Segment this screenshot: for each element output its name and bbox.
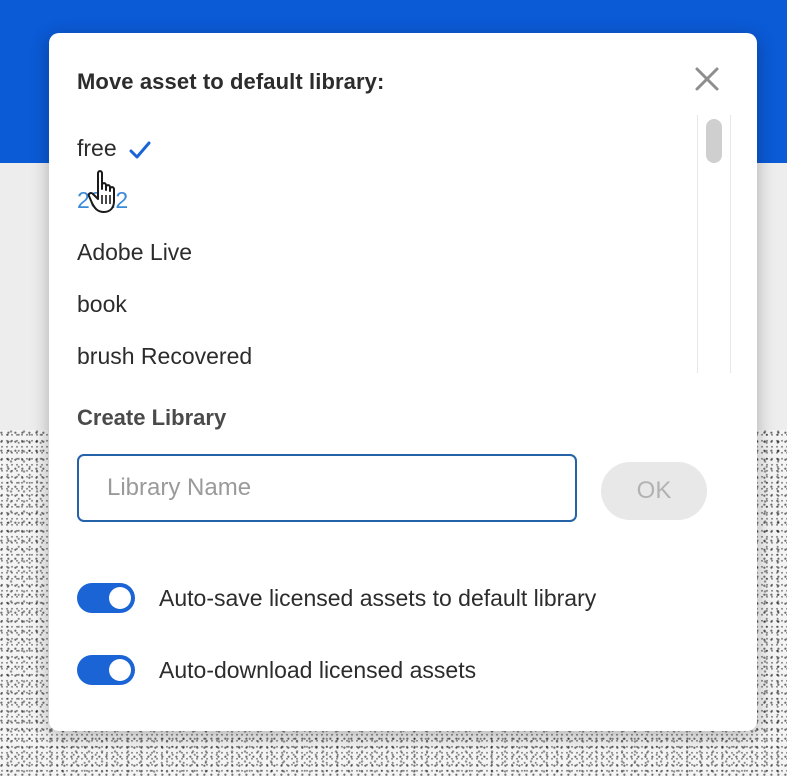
auto-download-label: Auto-download licensed assets: [159, 656, 477, 683]
library-item-label: book: [77, 291, 127, 317]
auto-download-toggle[interactable]: [77, 655, 135, 685]
close-button[interactable]: [689, 61, 725, 97]
scrollbar-thumb[interactable]: [706, 119, 722, 163]
library-item-brush-recovered[interactable]: brush Recovered: [77, 339, 252, 373]
library-item-free[interactable]: free: [77, 131, 151, 165]
library-item-label: 2022: [77, 187, 129, 213]
create-library-heading: Create Library: [77, 405, 227, 430]
dialog-title: Move asset to default library:: [77, 69, 385, 94]
library-name-input[interactable]: [77, 454, 577, 522]
library-item-2022[interactable]: 2022: [77, 183, 128, 217]
toggle-knob: [109, 659, 131, 681]
auto-save-toggle[interactable]: [77, 583, 135, 613]
library-item-label: brush Recovered: [77, 343, 253, 369]
checkmark-icon: [129, 141, 151, 159]
toggle-knob: [109, 587, 131, 609]
auto-save-label: Auto-save licensed assets to default lib…: [159, 584, 597, 611]
library-item-adobe-live[interactable]: Adobe Live: [77, 235, 192, 269]
close-icon: [695, 67, 719, 91]
library-item-book[interactable]: book: [77, 287, 127, 321]
ok-button[interactable]: OK: [601, 462, 707, 520]
library-list: free 2022 Adobe Live book brush Recovere…: [49, 117, 731, 375]
auto-save-setting: Auto-save licensed assets to default lib…: [77, 581, 596, 615]
auto-download-setting: Auto-download licensed assets: [77, 653, 476, 687]
library-list-scrollbar[interactable]: [697, 115, 731, 373]
move-asset-dialog: Move asset to default library: free 2022…: [49, 33, 757, 731]
library-item-label: free: [77, 135, 117, 161]
library-item-label: Adobe Live: [77, 239, 193, 265]
